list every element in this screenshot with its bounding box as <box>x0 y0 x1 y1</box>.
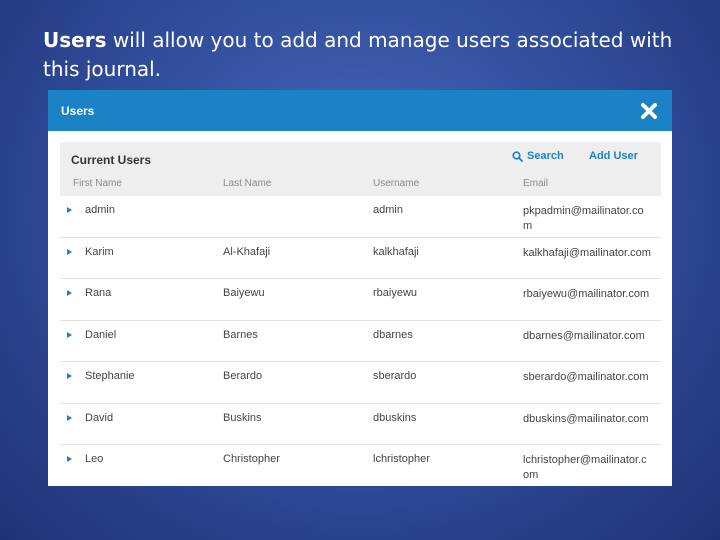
table-row[interactable]: Leo Christopher lchristopher lchristophe… <box>60 445 661 486</box>
expand-row-icon[interactable] <box>67 456 72 462</box>
email: dbarnes@mailinator.com <box>523 329 645 342</box>
users-screenshot: Users Current Users Search Add User Firs… <box>48 90 672 486</box>
last-name: Buskins <box>223 411 262 424</box>
first-name: Rana <box>85 287 112 299</box>
table-row[interactable]: Karim Al-Khafaji kalkhafaji kalkhafaji@m… <box>60 238 661 279</box>
column-first-name[interactable]: First Name <box>73 178 122 189</box>
username: dbarnes <box>373 328 413 341</box>
expand-row-icon[interactable] <box>67 248 72 255</box>
first-name: David <box>85 411 114 424</box>
column-email[interactable]: Email <box>523 178 548 189</box>
column-last-name[interactable]: Last Name <box>223 178 271 189</box>
panel-title: Current Users <box>71 153 152 167</box>
first-name: Leo <box>85 453 104 465</box>
modal-title: Users <box>61 104 95 118</box>
expand-row-icon[interactable] <box>67 373 72 379</box>
first-name: Daniel <box>85 328 117 341</box>
table-row[interactable]: Stephanie Berardo sberardo sberardo@mail… <box>60 362 661 404</box>
table-row[interactable]: Rana Baiyewu rbaiyewu rbaiyewu@mailinato… <box>60 279 661 321</box>
last-name: Al-Khafaji <box>223 245 271 258</box>
table-row[interactable]: Daniel Barnes dbarnes dbarnes@mailinator… <box>60 321 661 362</box>
username: lchristopher <box>373 453 430 465</box>
search-label: Search <box>527 150 564 162</box>
email: lchristopher@mailinator.com <box>523 454 647 481</box>
username: dbuskins <box>373 411 417 424</box>
caption-bold: Users <box>43 28 107 52</box>
table-row[interactable]: David Buskins dbuskins dbuskins@mailinat… <box>60 404 661 445</box>
last-name: Barnes <box>223 328 258 341</box>
email: pkpadmin@mailinator.com <box>523 205 644 232</box>
username: admin <box>373 204 403 216</box>
email: dbuskins@mailinator.com <box>523 412 649 425</box>
last-name: Baiyewu <box>223 287 265 299</box>
username: sberardo <box>373 370 417 382</box>
expand-row-icon[interactable] <box>67 207 72 213</box>
username: rbaiyewu <box>373 287 418 299</box>
username: kalkhafaji <box>373 245 419 258</box>
first-name: admin <box>85 204 115 216</box>
add-user-button[interactable]: Add User <box>589 150 638 162</box>
last-name: Berardo <box>223 370 263 382</box>
search-button[interactable]: Search <box>512 150 564 162</box>
last-name: Christopher <box>223 453 280 465</box>
slide-caption: Users will allow you to add and manage u… <box>43 26 683 84</box>
email: sberardo@mailinator.com <box>523 371 649 383</box>
first-name: Stephanie <box>85 370 135 382</box>
email: kalkhafaji@mailinator.com <box>523 246 651 259</box>
expand-row-icon[interactable] <box>67 414 72 421</box>
expand-row-icon[interactable] <box>67 290 72 296</box>
table-row[interactable]: admin admin pkpadmin@mailinator.com <box>60 196 661 238</box>
current-users-panel: Current Users Search Add User First Name… <box>60 142 661 196</box>
column-username[interactable]: Username <box>373 178 419 189</box>
email: rbaiyewu@mailinator.com <box>523 288 650 300</box>
first-name: Karim <box>85 245 114 258</box>
search-icon <box>512 150 523 162</box>
users-table: admin admin pkpadmin@mailinator.com Kari… <box>60 196 661 486</box>
close-icon[interactable] <box>640 102 658 120</box>
expand-row-icon[interactable] <box>67 331 72 338</box>
caption-text: will allow you to add and manage users a… <box>43 28 673 81</box>
modal-header: Users <box>48 90 672 131</box>
